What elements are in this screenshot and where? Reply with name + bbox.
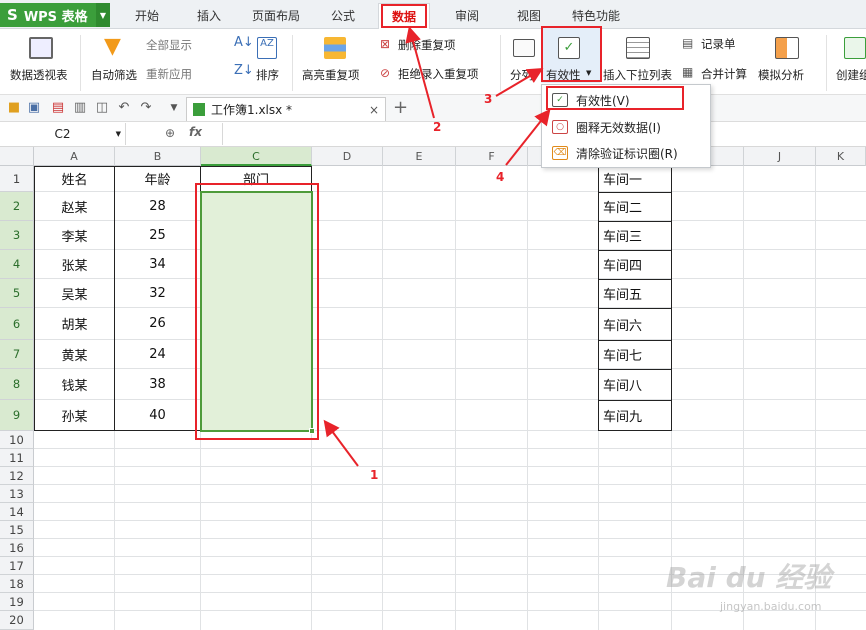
watermark-url: jingyan.baidu.com: [720, 600, 822, 613]
annotation-arrow-3: [495, 67, 544, 97]
annotation-arrow-4: [505, 108, 551, 166]
annotation-label-1: 1: [370, 468, 379, 482]
watermark-brand: Bai du 经验: [666, 561, 832, 594]
annotation-label-3: 3: [484, 92, 493, 106]
annotation-label-2: 2: [433, 120, 442, 134]
annotation-label-4: 4: [496, 170, 505, 184]
annotation-arrow-2: [405, 26, 435, 119]
annotation-arrow-1: [323, 419, 359, 467]
annotation-arrows: [323, 26, 551, 467]
